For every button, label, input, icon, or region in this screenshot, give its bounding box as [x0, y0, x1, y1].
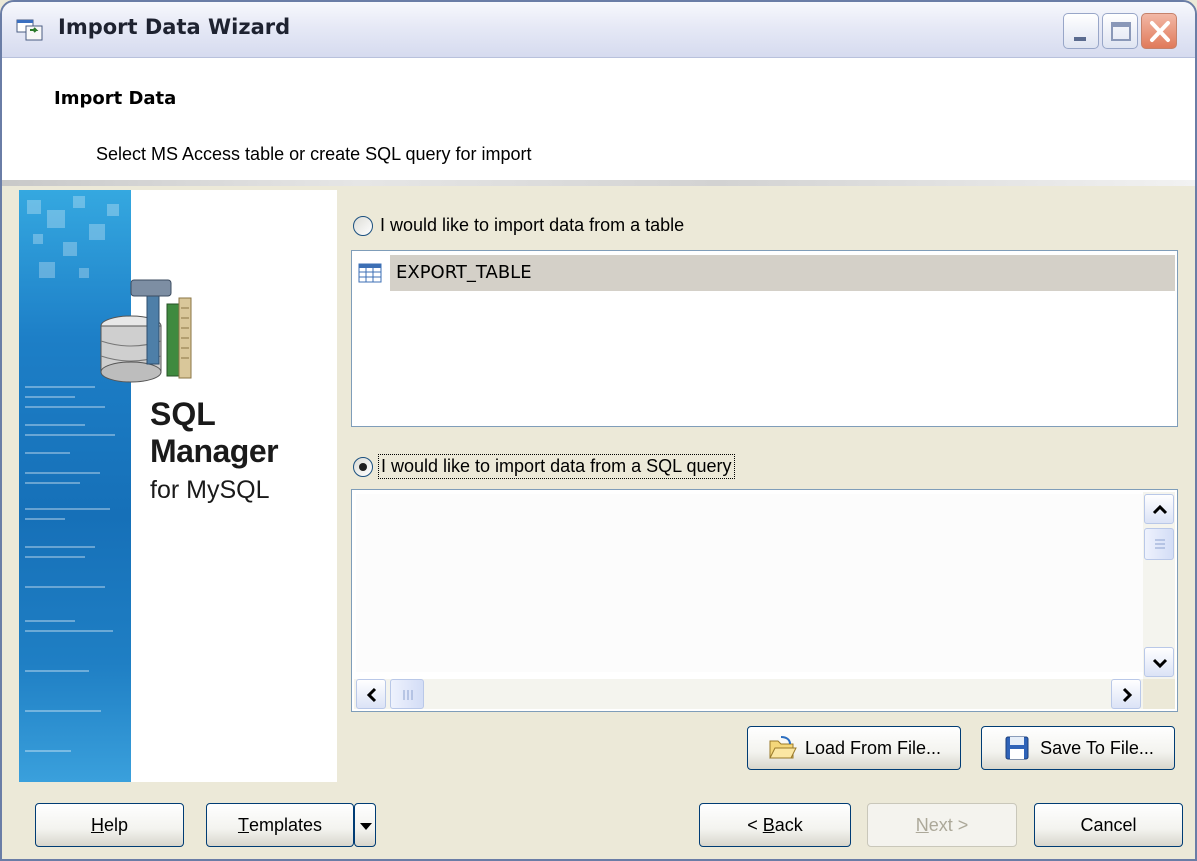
dropdown-arrow-icon [360, 823, 372, 830]
horizontal-scroll-thumb[interactable] [390, 679, 424, 709]
query-option-label[interactable]: I would like to import data from a SQL q… [378, 454, 735, 479]
query-option-radio[interactable] [353, 456, 373, 477]
grip-icon [403, 690, 413, 700]
table-option-radio[interactable] [353, 215, 373, 236]
header-divider [2, 180, 1195, 186]
product-banner: SQL Manager for MySQL [19, 190, 337, 782]
scroll-corner [1143, 679, 1175, 709]
help-label: elp [103, 814, 129, 835]
title-bar[interactable]: Import Data Wizard [2, 2, 1195, 58]
help-button[interactable]: Help [35, 803, 184, 847]
load-from-file-label: Load From File... [804, 737, 942, 758]
scroll-right-button[interactable] [1111, 679, 1141, 709]
close-icon [1150, 21, 1170, 42]
vertical-scroll-thumb[interactable] [1144, 528, 1174, 560]
maximize-icon [1111, 22, 1131, 41]
next-label: ext > [928, 814, 969, 835]
step-title: Import Data [54, 88, 177, 109]
minimize-button[interactable] [1063, 13, 1099, 49]
scroll-down-button[interactable] [1144, 647, 1174, 677]
open-folder-icon [769, 736, 797, 759]
table-grid-icon [358, 263, 382, 283]
banner-subtitle: for MySQL [150, 476, 270, 504]
horizontal-scrollbar[interactable] [354, 679, 1143, 709]
query-option[interactable]: I would like to import data from a SQL q… [353, 454, 735, 479]
table-list-item[interactable]: EXPORT_TABLE [354, 255, 1175, 291]
import-data-wizard-window: Import Data Wizard Import Data Select MS… [0, 0, 1197, 861]
import-wizard-icon [16, 19, 43, 41]
scroll-left-button[interactable] [356, 679, 386, 709]
banner-title-manager: Manager [150, 433, 279, 469]
window-title: Import Data Wizard [58, 15, 291, 39]
help-hotkey: H [90, 814, 104, 835]
next-hotkey: N [915, 814, 929, 835]
table-option[interactable]: I would like to import data from a table [353, 214, 686, 237]
save-to-file-button[interactable]: Save To File... [981, 726, 1175, 770]
templates-dropdown-button[interactable] [354, 803, 376, 847]
load-from-file-button[interactable]: Load From File... [747, 726, 961, 770]
database-tools-icon [100, 279, 192, 383]
back-prefix: < [747, 814, 763, 835]
table-option-label[interactable]: I would like to import data from a table [378, 214, 686, 237]
minimize-icon [1074, 37, 1086, 41]
sql-query-editor[interactable] [351, 489, 1178, 712]
templates-hotkey: T [237, 814, 249, 835]
back-label: ack [774, 814, 803, 835]
vertical-scrollbar[interactable] [1143, 492, 1175, 679]
wizard-header: Import Data Select MS Access table or cr… [2, 58, 1195, 182]
templates-button[interactable]: Templates [206, 803, 354, 847]
chevron-left-icon [366, 687, 377, 703]
save-to-file-label: Save To File... [1040, 737, 1154, 758]
chevron-down-icon [1152, 658, 1168, 669]
next-button[interactable]: Next > [867, 803, 1017, 847]
close-button[interactable] [1141, 13, 1177, 49]
table-list[interactable]: EXPORT_TABLE [351, 250, 1178, 427]
table-name[interactable]: EXPORT_TABLE [390, 255, 1175, 291]
floppy-disk-icon [1005, 736, 1029, 760]
cancel-button[interactable]: Cancel [1034, 803, 1183, 847]
step-description: Select MS Access table or create SQL que… [96, 144, 532, 164]
banner-title-sql: SQL [150, 396, 216, 432]
cancel-label: Cancel [1080, 814, 1137, 835]
sql-query-input[interactable] [356, 494, 1146, 672]
chevron-right-icon [1122, 687, 1133, 703]
chevron-up-icon [1152, 504, 1168, 515]
back-hotkey: B [762, 814, 775, 835]
scroll-up-button[interactable] [1144, 494, 1174, 524]
back-button[interactable]: < Back [699, 803, 851, 847]
grip-icon [1155, 539, 1165, 549]
maximize-button[interactable] [1102, 13, 1138, 49]
templates-label: emplates [248, 814, 323, 835]
